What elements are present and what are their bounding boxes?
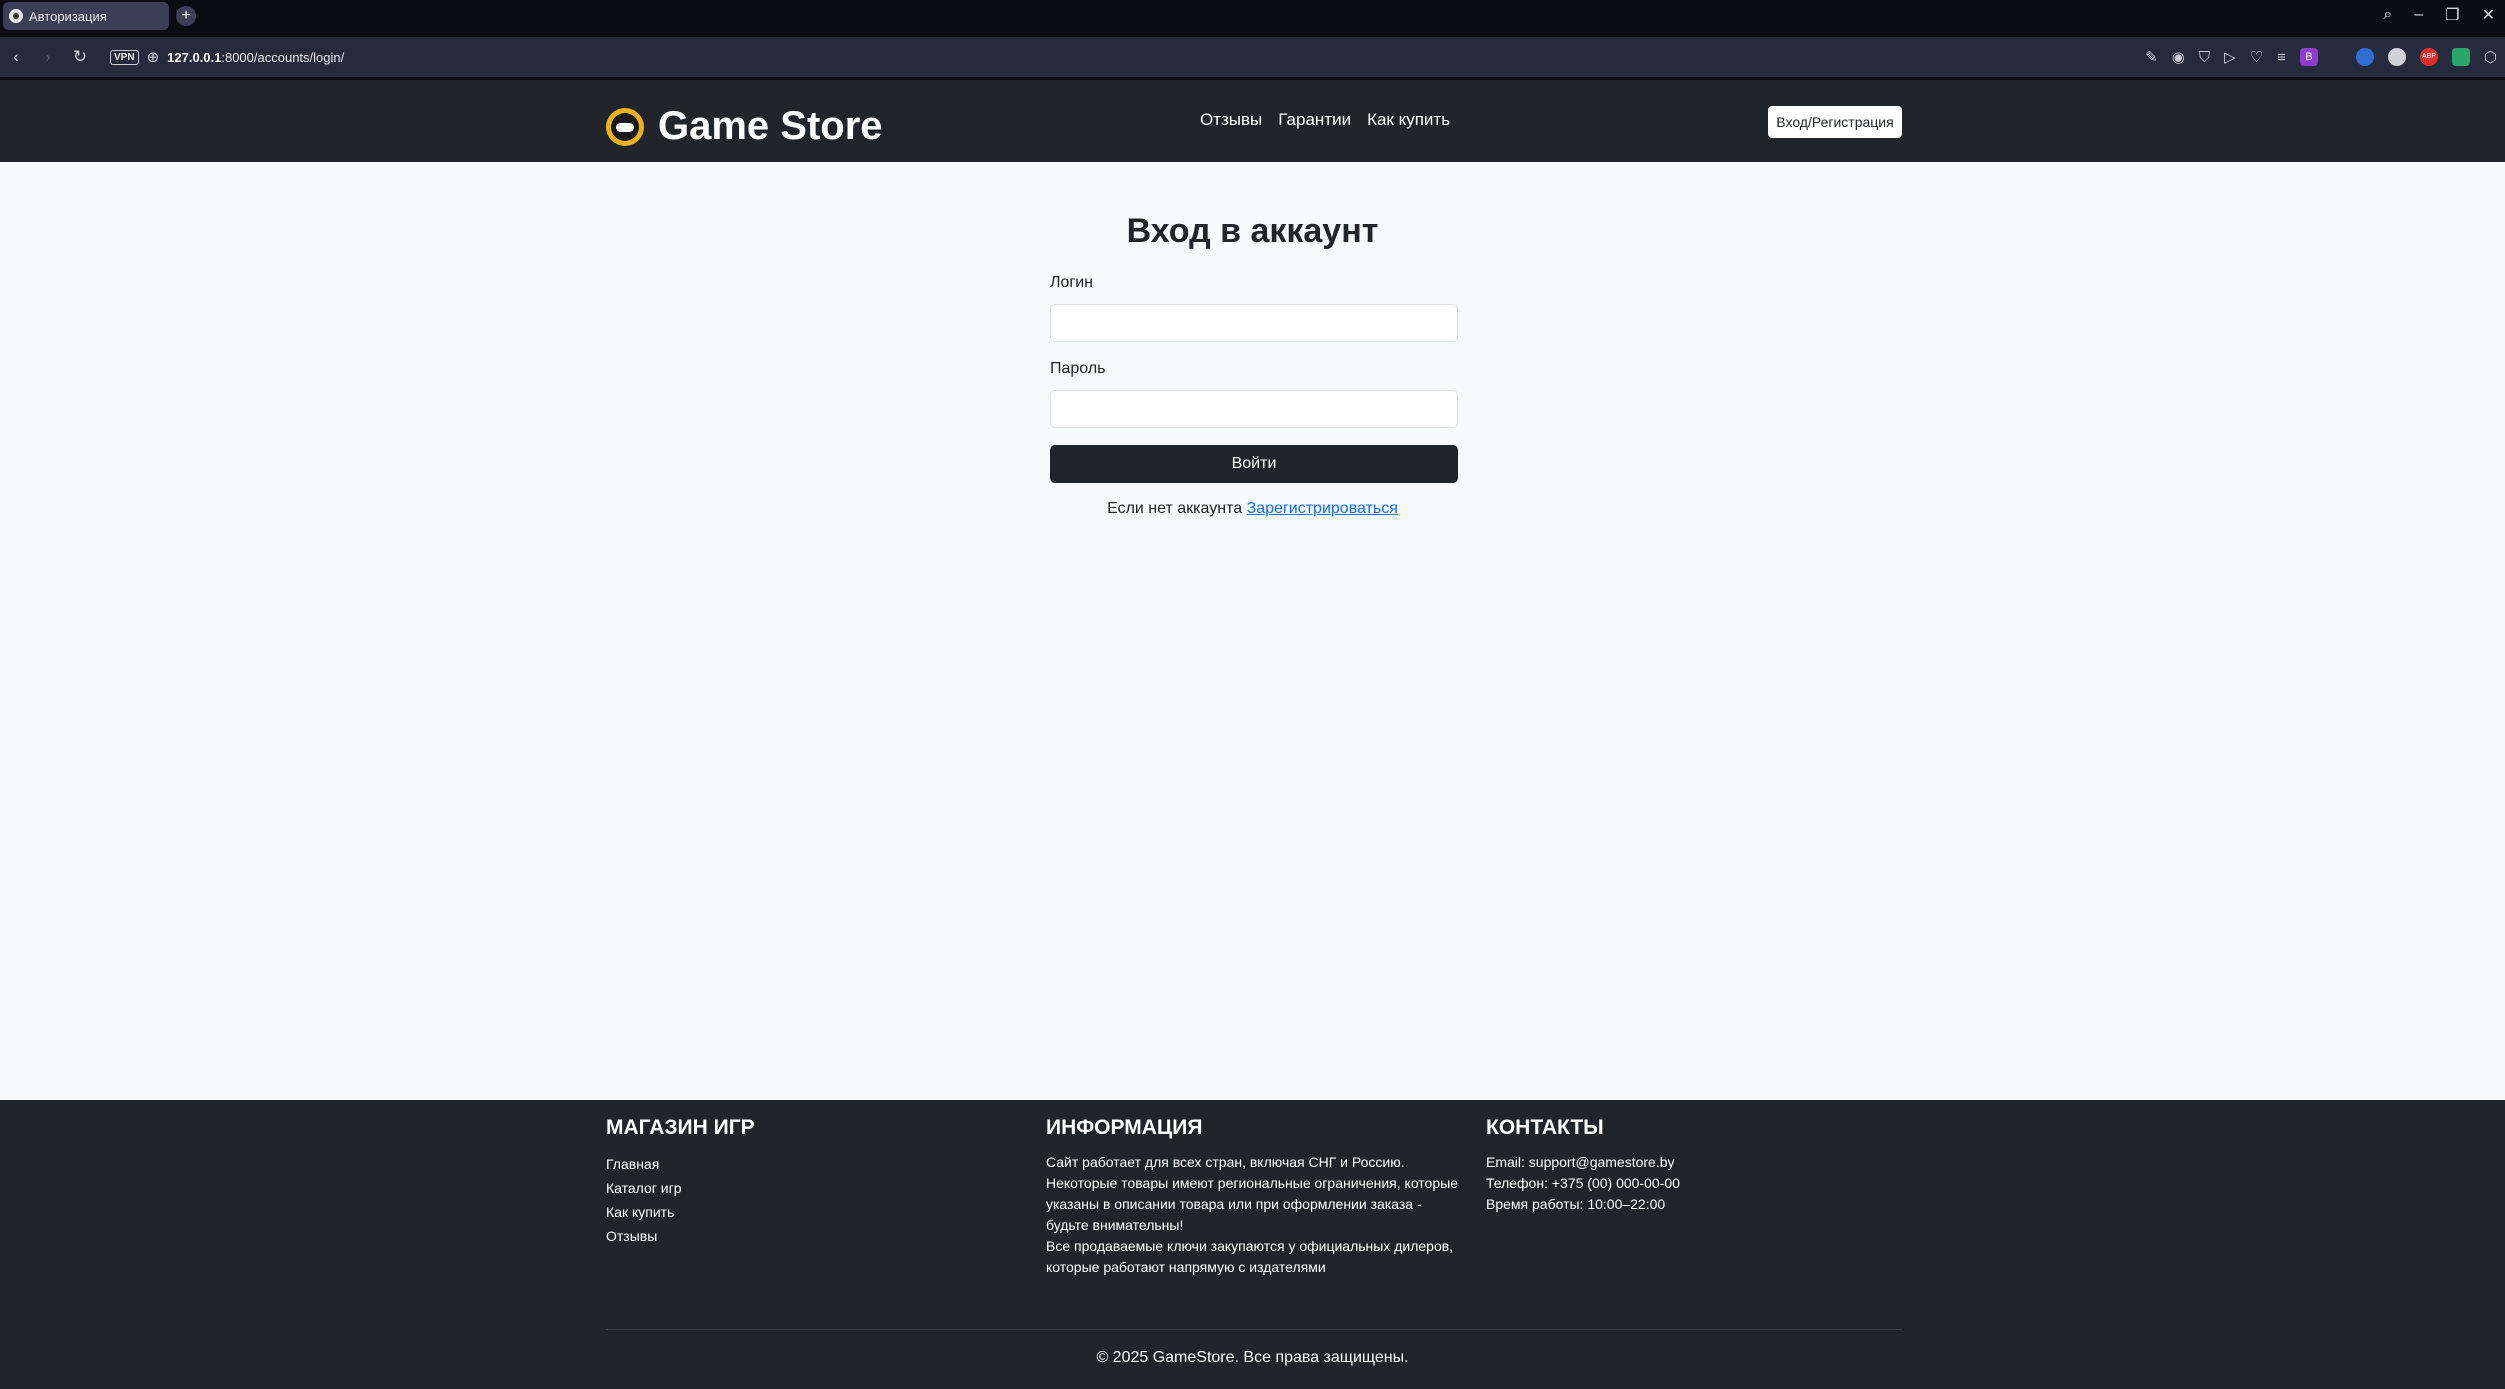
- main-content: Вход в аккаунт Логин Пароль Войти Если н…: [0, 162, 2505, 1100]
- extensions-puzzle-icon[interactable]: ⬡: [2484, 48, 2497, 66]
- page-title: Вход в аккаунт: [1126, 212, 1379, 250]
- footer-info-heading: ИНФОРМАЦИЯ: [1046, 1116, 1203, 1139]
- forward-icon[interactable]: ›: [32, 47, 64, 67]
- footer-divider: [606, 1329, 1902, 1330]
- tab-favicon-icon: [9, 9, 23, 23]
- edit-icon[interactable]: ✎: [2145, 48, 2158, 66]
- url-host: 127.0.0.1: [167, 49, 222, 65]
- main-nav: Отзывы Гарантии Как купить: [1200, 110, 1450, 130]
- vpn-badge[interactable]: VPN: [110, 49, 139, 65]
- camera-icon[interactable]: ◉: [2172, 48, 2185, 66]
- site-header: Game Store Отзывы Гарантии Как купить Вх…: [0, 80, 2505, 162]
- footer-link-home[interactable]: Главная: [606, 1152, 1036, 1176]
- adblock-icon[interactable]: ABP: [2419, 48, 2438, 66]
- extension-b-icon[interactable]: B: [2299, 48, 2318, 66]
- footer-contacts-column: КОНТАКТЫ Email: support@gamestore.by Тел…: [1486, 1116, 1916, 1215]
- menu-icon[interactable]: ≡: [2277, 49, 2286, 66]
- tab-title: Авторизация: [29, 8, 107, 24]
- footer-info-line: будьте внимательны!: [1046, 1217, 1184, 1233]
- footer-info-line: Все продаваемые ключи закупаются у офици…: [1046, 1238, 1454, 1254]
- footer-contacts-heading: КОНТАКТЫ: [1486, 1116, 1604, 1139]
- close-window-icon[interactable]: ✕: [2482, 5, 2495, 25]
- back-icon[interactable]: ‹: [0, 47, 32, 67]
- extension-blue-icon[interactable]: [2355, 48, 2374, 66]
- browser-tab-strip: Авторизация + ⌕ – ❐ ✕: [0, 0, 2505, 37]
- nav-how-to-buy[interactable]: Как купить: [1367, 110, 1450, 130]
- contact-hours: Время работы: 10:00–22:00: [1486, 1196, 1666, 1212]
- contact-phone: Телефон: +375 (00) 000-00-00: [1486, 1175, 1680, 1191]
- restore-icon[interactable]: ❐: [2445, 5, 2459, 25]
- shield-icon[interactable]: ⛉: [2199, 49, 2210, 66]
- site-info-icon[interactable]: ⊕: [147, 48, 160, 66]
- username-input[interactable]: [1050, 304, 1458, 342]
- url-path: :8000/accounts/login/: [221, 49, 345, 65]
- password-label: Пароль: [1050, 360, 1106, 377]
- heart-icon[interactable]: ♡: [2250, 48, 2263, 66]
- reload-icon[interactable]: ↻: [64, 47, 96, 67]
- brand[interactable]: Game Store: [606, 104, 883, 149]
- extension-green-icon[interactable]: [2451, 48, 2470, 66]
- footer-link-reviews[interactable]: Отзывы: [606, 1224, 1036, 1248]
- minimize-icon[interactable]: –: [2414, 6, 2423, 24]
- gamepad-logo-icon: [606, 107, 644, 146]
- toolbar-actions: ✎ ◉ ⛉ ▷ ♡ ≡ B ABP ⬡: [2145, 37, 2497, 77]
- address-bar[interactable]: 127.0.0.1:8000/accounts/login/: [167, 50, 344, 65]
- copyright: © 2025 GameStore. Все права защищены.: [1096, 1349, 1409, 1366]
- login-submit-button[interactable]: Войти: [1050, 445, 1458, 483]
- footer-store-column: МАГАЗИН ИГР Главная Каталог игр Как купи…: [606, 1116, 1036, 1248]
- password-input[interactable]: [1050, 390, 1458, 428]
- contact-email: Email: support@gamestore.by: [1486, 1154, 1675, 1170]
- footer-info-column: ИНФОРМАЦИЯ Сайт работает для всех стран,…: [1046, 1116, 1476, 1278]
- footer-store-heading: МАГАЗИН ИГР: [606, 1116, 755, 1139]
- site-footer: МАГАЗИН ИГР Главная Каталог игр Как купи…: [0, 1100, 2505, 1389]
- search-tabs-icon[interactable]: ⌕: [2383, 6, 2392, 24]
- username-label: Логин: [1050, 274, 1094, 291]
- footer-info-line: Некоторые товары имеют региональные огра…: [1046, 1175, 1458, 1191]
- nav-guarantees[interactable]: Гарантии: [1278, 110, 1351, 130]
- window-controls: ⌕ – ❐ ✕: [2383, 0, 2505, 30]
- footer-info-line: Сайт работает для всех стран, включая СН…: [1046, 1154, 1405, 1170]
- extension-globe-icon[interactable]: [2387, 48, 2406, 66]
- footer-link-catalog[interactable]: Каталог игр: [606, 1176, 1036, 1200]
- login-register-button[interactable]: Вход/Регистрация: [1768, 106, 1902, 138]
- no-account-text: Если нет аккаунта: [1107, 500, 1243, 517]
- footer-link-how-to-buy[interactable]: Как купить: [606, 1200, 1036, 1224]
- footer-info-line: указаны в описании товара или при оформл…: [1046, 1196, 1422, 1212]
- register-link[interactable]: Зарегистрироваться: [1247, 500, 1398, 517]
- new-tab-button[interactable]: +: [176, 6, 196, 26]
- brand-name: Game Store: [658, 104, 883, 148]
- play-icon[interactable]: ▷: [2224, 48, 2236, 66]
- browser-toolbar: ‹ › ↻ VPN ⊕ 127.0.0.1:8000/accounts/logi…: [0, 37, 2505, 77]
- nav-reviews[interactable]: Отзывы: [1200, 110, 1262, 130]
- footer-info-line: которые работают напрямую с издателями: [1046, 1259, 1326, 1275]
- register-prompt: Если нет аккаунта Зарегистрироваться: [0, 500, 2505, 518]
- browser-tab[interactable]: Авторизация: [3, 2, 169, 30]
